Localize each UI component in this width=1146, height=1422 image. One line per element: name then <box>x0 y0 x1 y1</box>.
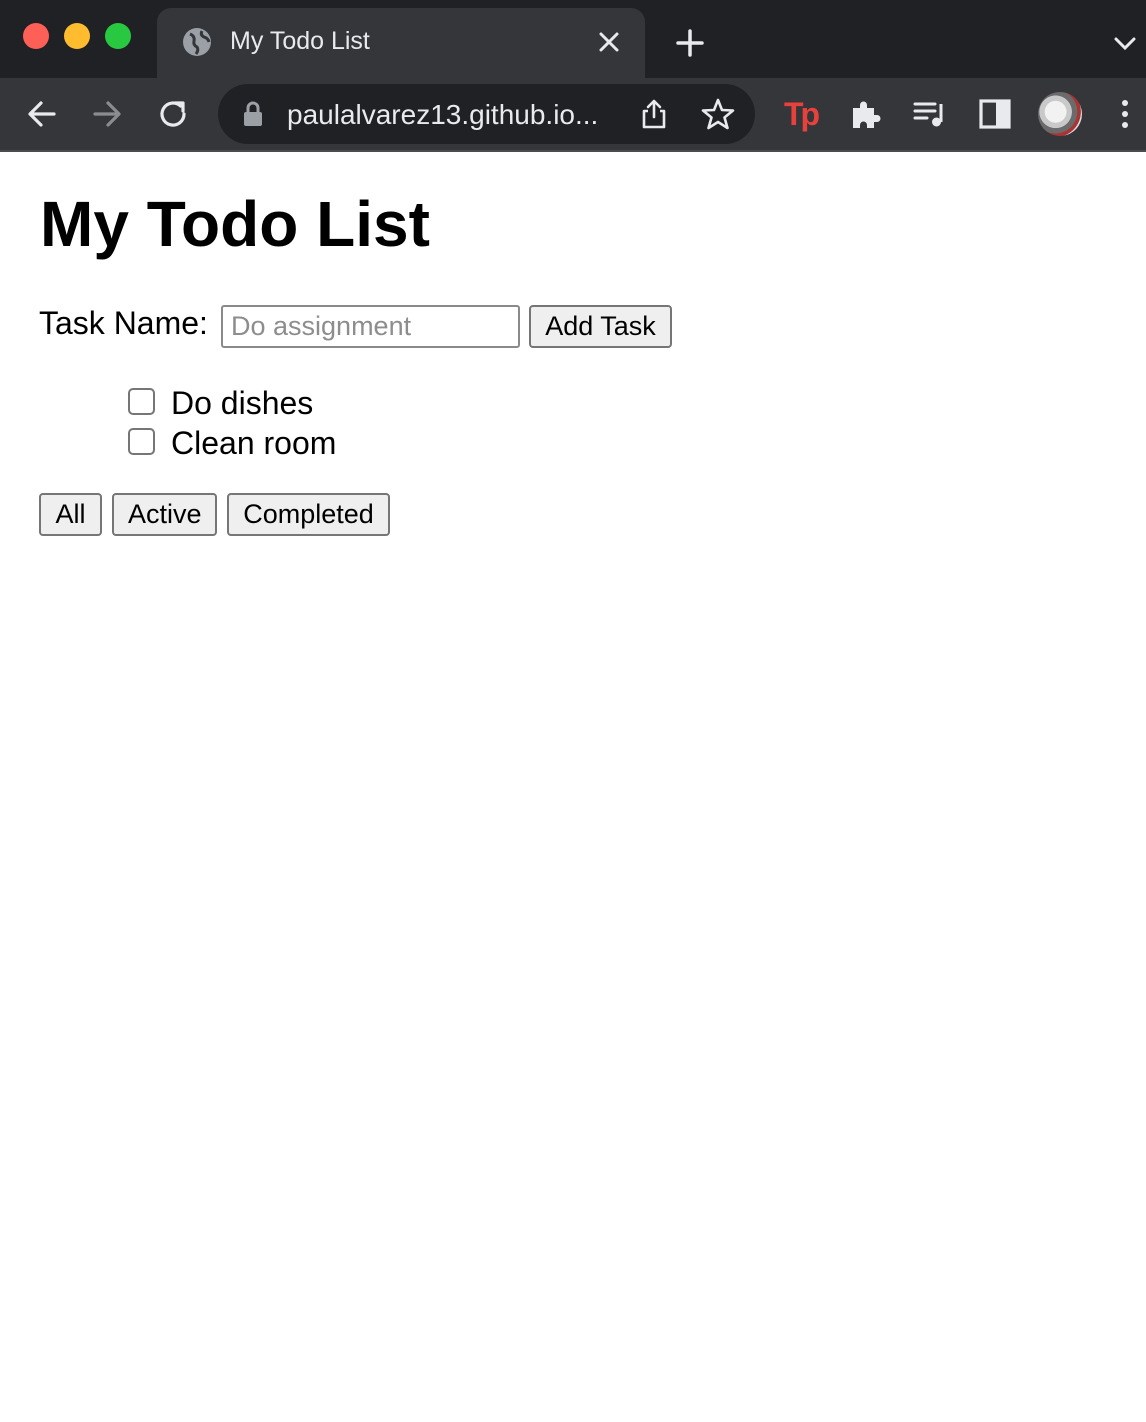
lock-icon[interactable] <box>242 101 264 127</box>
todo-checkbox[interactable] <box>128 428 155 455</box>
filter-completed-button[interactable]: Completed <box>227 493 390 536</box>
side-panel-icon[interactable] <box>977 96 1013 132</box>
maximize-window-button[interactable] <box>105 23 131 49</box>
list-item: Do dishes <box>128 385 528 425</box>
todo-list: Do dishes Clean room <box>128 385 528 465</box>
reload-icon[interactable] <box>155 96 191 132</box>
todo-label: Do dishes <box>171 385 314 421</box>
browser-toolbar: paulalvarez13.github.io... Tp <box>0 78 1146 152</box>
chevron-down-icon[interactable] <box>1112 31 1138 57</box>
address-bar[interactable]: paulalvarez13.github.io... <box>218 84 755 144</box>
tab-title: My Todo List <box>230 27 370 55</box>
list-item: Clean room <box>128 425 528 465</box>
filter-all-button[interactable]: All <box>39 493 102 536</box>
task-name-label: Task Name: <box>39 305 208 341</box>
todo-checkbox[interactable] <box>128 388 155 415</box>
tp-extension-icon[interactable]: Tp <box>784 96 820 133</box>
task-name-input[interactable] <box>221 305 520 348</box>
minimize-window-button[interactable] <box>64 23 90 49</box>
star-icon[interactable] <box>701 97 735 131</box>
filter-active-button[interactable]: Active <box>112 493 217 536</box>
puzzle-icon[interactable] <box>847 96 883 132</box>
todo-label: Clean room <box>171 425 337 461</box>
share-icon[interactable] <box>639 98 669 130</box>
add-task-button[interactable]: Add Task <box>529 305 672 348</box>
browser-tab[interactable]: My Todo List <box>157 8 645 78</box>
more-vert-icon[interactable] <box>1107 96 1143 132</box>
close-icon[interactable] <box>597 30 621 54</box>
tab-strip: My Todo List <box>0 0 1146 78</box>
globe-icon <box>183 28 211 56</box>
arrow-right-icon[interactable] <box>89 96 125 132</box>
avatar[interactable] <box>1038 92 1082 136</box>
page-content: My Todo List Task Name: Add Task Do dish… <box>0 153 1146 1422</box>
close-window-button[interactable] <box>23 23 49 49</box>
media-queue-icon[interactable] <box>912 96 948 132</box>
url-text[interactable]: paulalvarez13.github.io... <box>287 99 598 131</box>
arrow-left-icon[interactable] <box>24 96 60 132</box>
plus-icon[interactable] <box>674 27 706 59</box>
page-title: My Todo List <box>40 188 430 260</box>
